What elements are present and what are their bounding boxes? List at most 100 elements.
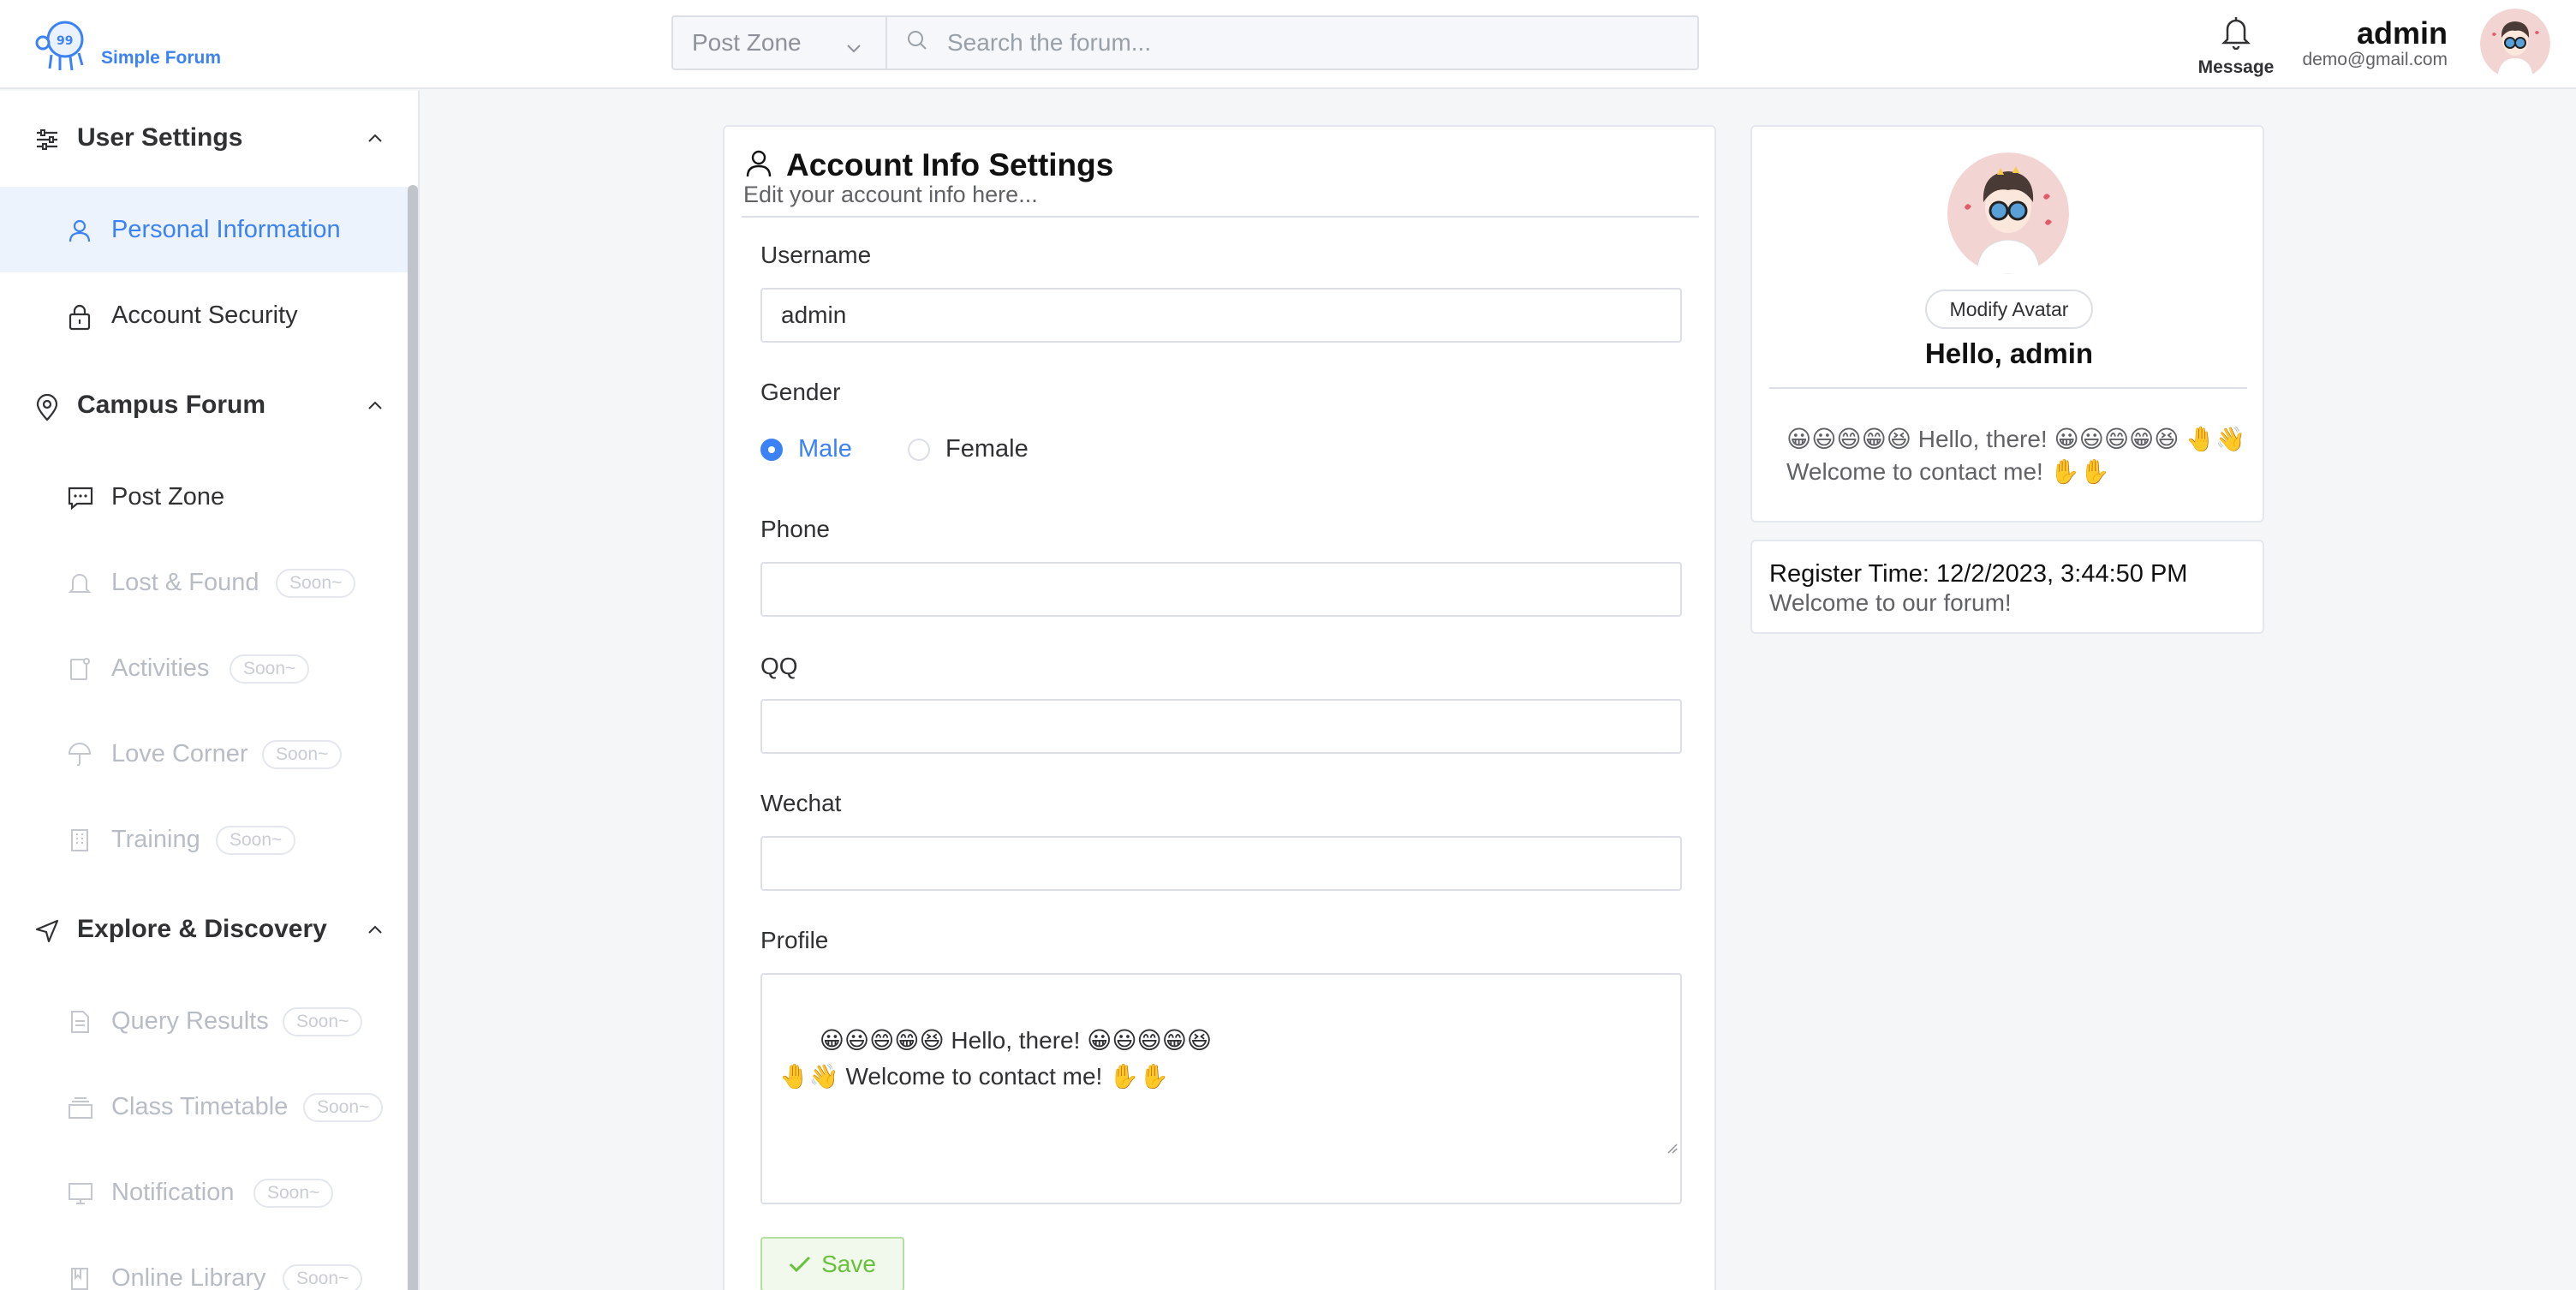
modify-avatar-button[interactable]: Modify Avatar bbox=[1925, 290, 2093, 329]
soon-badge: Soon~ bbox=[303, 1093, 384, 1122]
sidebar-item-label: Post Zone bbox=[111, 482, 225, 511]
sidebar-group-title: Explore & Discovery bbox=[77, 915, 327, 943]
search-category-value: Post Zone bbox=[692, 29, 802, 56]
sidebar-item-online-library: Online Library Soon~ bbox=[0, 1235, 418, 1290]
soon-badge: Soon~ bbox=[283, 1264, 363, 1290]
profile-text: 😀😃😄😁😆 Hello, there! 😀😃😄😁😆 🤚👋 Welcome to … bbox=[779, 1027, 1213, 1090]
phone-field[interactable] bbox=[760, 562, 1682, 617]
user-icon bbox=[745, 149, 772, 182]
sidebar-item-account-security[interactable]: Account Security bbox=[0, 272, 418, 358]
sidebar-item-label: Activities bbox=[111, 654, 210, 682]
divider bbox=[742, 216, 1699, 218]
chevron-up-icon bbox=[367, 399, 384, 415]
search-bar: Post Zone Search the forum... bbox=[671, 15, 1699, 70]
document-icon bbox=[67, 656, 92, 686]
soon-badge: Soon~ bbox=[216, 826, 296, 855]
forum-logo[interactable]: 99 bbox=[33, 17, 92, 72]
username-field[interactable]: admin bbox=[760, 288, 1682, 343]
save-label: Save bbox=[821, 1251, 876, 1277]
sidebar-group-explore-discovery[interactable]: Explore & Discovery bbox=[0, 901, 402, 958]
sidebar-scrollbar[interactable] bbox=[408, 185, 418, 1290]
sidebar-item-label: Love Corner bbox=[111, 739, 248, 767]
location-pin-icon bbox=[34, 393, 60, 426]
check-icon bbox=[790, 1256, 811, 1273]
sidebar-item-post-zone[interactable]: Post Zone bbox=[0, 454, 418, 540]
soon-badge: Soon~ bbox=[230, 654, 310, 684]
register-info-card: Register Time: 12/2/2023, 3:44:50 PM Wel… bbox=[1750, 540, 2264, 634]
page: 99 Simple Forum Post Zone Search the for… bbox=[0, 0, 2576, 1290]
monitor-icon bbox=[67, 1180, 94, 1210]
header-email: demo@gmail.com bbox=[2302, 50, 2448, 69]
stack-icon bbox=[67, 1095, 94, 1125]
soon-badge: Soon~ bbox=[276, 569, 356, 598]
gender-radio-male[interactable]: Male bbox=[760, 435, 852, 463]
sidebar-item-notification: Notification Soon~ bbox=[0, 1150, 418, 1235]
sidebar-item-label: Account Security bbox=[111, 301, 298, 329]
chevron-up-icon bbox=[367, 132, 384, 148]
sidebar-item-label: Personal Information bbox=[111, 215, 341, 243]
sidebar-item-class-timetable: Class Timetable Soon~ bbox=[0, 1064, 418, 1150]
search-input[interactable]: Search the forum... bbox=[887, 17, 1697, 69]
send-icon bbox=[34, 918, 60, 948]
soon-badge: Soon~ bbox=[283, 1007, 363, 1036]
top-header: 99 Simple Forum Post Zone Search the for… bbox=[0, 0, 2576, 89]
chevron-up-icon bbox=[367, 923, 384, 940]
sidebar-item-label: Lost & Found bbox=[111, 568, 259, 596]
header-username: admin bbox=[2356, 15, 2448, 51]
message-label: Message bbox=[2197, 57, 2275, 77]
phone-label: Phone bbox=[760, 516, 830, 542]
sidebar-group-title: User Settings bbox=[77, 123, 243, 152]
sliders-icon bbox=[34, 127, 60, 157]
account-info-card: Account Info Settings Edit your account … bbox=[723, 125, 1716, 1290]
sidebar-group-title: Campus Forum bbox=[77, 391, 266, 419]
svg-text:99: 99 bbox=[57, 34, 73, 48]
radio-dot bbox=[760, 438, 783, 461]
sidebar-item-label: Online Library bbox=[111, 1263, 266, 1290]
chat-icon bbox=[67, 485, 94, 515]
sidebar-item-lost-found: Lost & Found Soon~ bbox=[0, 540, 418, 625]
qq-label: QQ bbox=[760, 653, 798, 679]
search-placeholder: Search the forum... bbox=[947, 29, 1152, 56]
wechat-label: Wechat bbox=[760, 790, 842, 816]
sidebar-item-label: Training bbox=[111, 825, 200, 853]
profile-textarea[interactable]: 😀😃😄😁😆 Hello, there! 😀😃😄😁😆 🤚👋 Welcome to … bbox=[760, 973, 1682, 1204]
sidebar-item-activities: Activities Soon~ bbox=[0, 625, 418, 711]
divider bbox=[1769, 387, 2247, 389]
wechat-field[interactable] bbox=[760, 836, 1682, 891]
radio-dot bbox=[908, 438, 930, 461]
profile-avatar bbox=[1947, 152, 2069, 274]
avatar[interactable] bbox=[2480, 9, 2550, 79]
file-icon bbox=[67, 1009, 92, 1039]
page-subtitle: Edit your account info here... bbox=[743, 182, 1038, 207]
soon-badge: Soon~ bbox=[262, 740, 343, 769]
logo-text: Simple Forum bbox=[101, 48, 222, 68]
resize-handle-icon[interactable] bbox=[1612, 1093, 1679, 1201]
sidebar: User Settings Personal Information Accou… bbox=[0, 91, 420, 1290]
gender-label: Gender bbox=[760, 379, 841, 405]
search-category-select[interactable]: Post Zone bbox=[673, 17, 887, 69]
lock-icon bbox=[67, 303, 92, 335]
sidebar-item-personal-information[interactable]: Personal Information bbox=[0, 187, 418, 272]
profile-card: Modify Avatar Hello, admin 😀😃😄😁😆 Hello, … bbox=[1750, 125, 2264, 523]
book-icon bbox=[67, 1266, 92, 1290]
qq-field[interactable] bbox=[760, 699, 1682, 754]
sidebar-group-user-settings[interactable]: User Settings bbox=[0, 110, 402, 166]
sidebar-item-label: Query Results bbox=[111, 1006, 269, 1035]
username-label: Username bbox=[760, 242, 872, 268]
save-button[interactable]: Save bbox=[760, 1237, 904, 1290]
sidebar-item-label: Notification bbox=[111, 1178, 235, 1206]
building-icon bbox=[67, 827, 92, 857]
search-icon bbox=[906, 29, 928, 57]
umbrella-icon bbox=[67, 742, 92, 772]
message-button[interactable]: Message bbox=[2197, 14, 2275, 78]
sidebar-group-campus-forum[interactable]: Campus Forum bbox=[0, 377, 402, 433]
user-icon bbox=[67, 218, 92, 248]
page-title: Account Info Settings bbox=[786, 147, 1114, 182]
bell-icon bbox=[67, 570, 92, 600]
radio-label: Female bbox=[945, 435, 1029, 463]
bell-icon bbox=[2219, 17, 2253, 53]
soon-badge: Soon~ bbox=[253, 1179, 334, 1208]
welcome-text: Welcome to our forum! bbox=[1769, 589, 2012, 616]
sidebar-item-label: Class Timetable bbox=[111, 1092, 289, 1120]
gender-radio-female[interactable]: Female bbox=[908, 435, 1029, 463]
